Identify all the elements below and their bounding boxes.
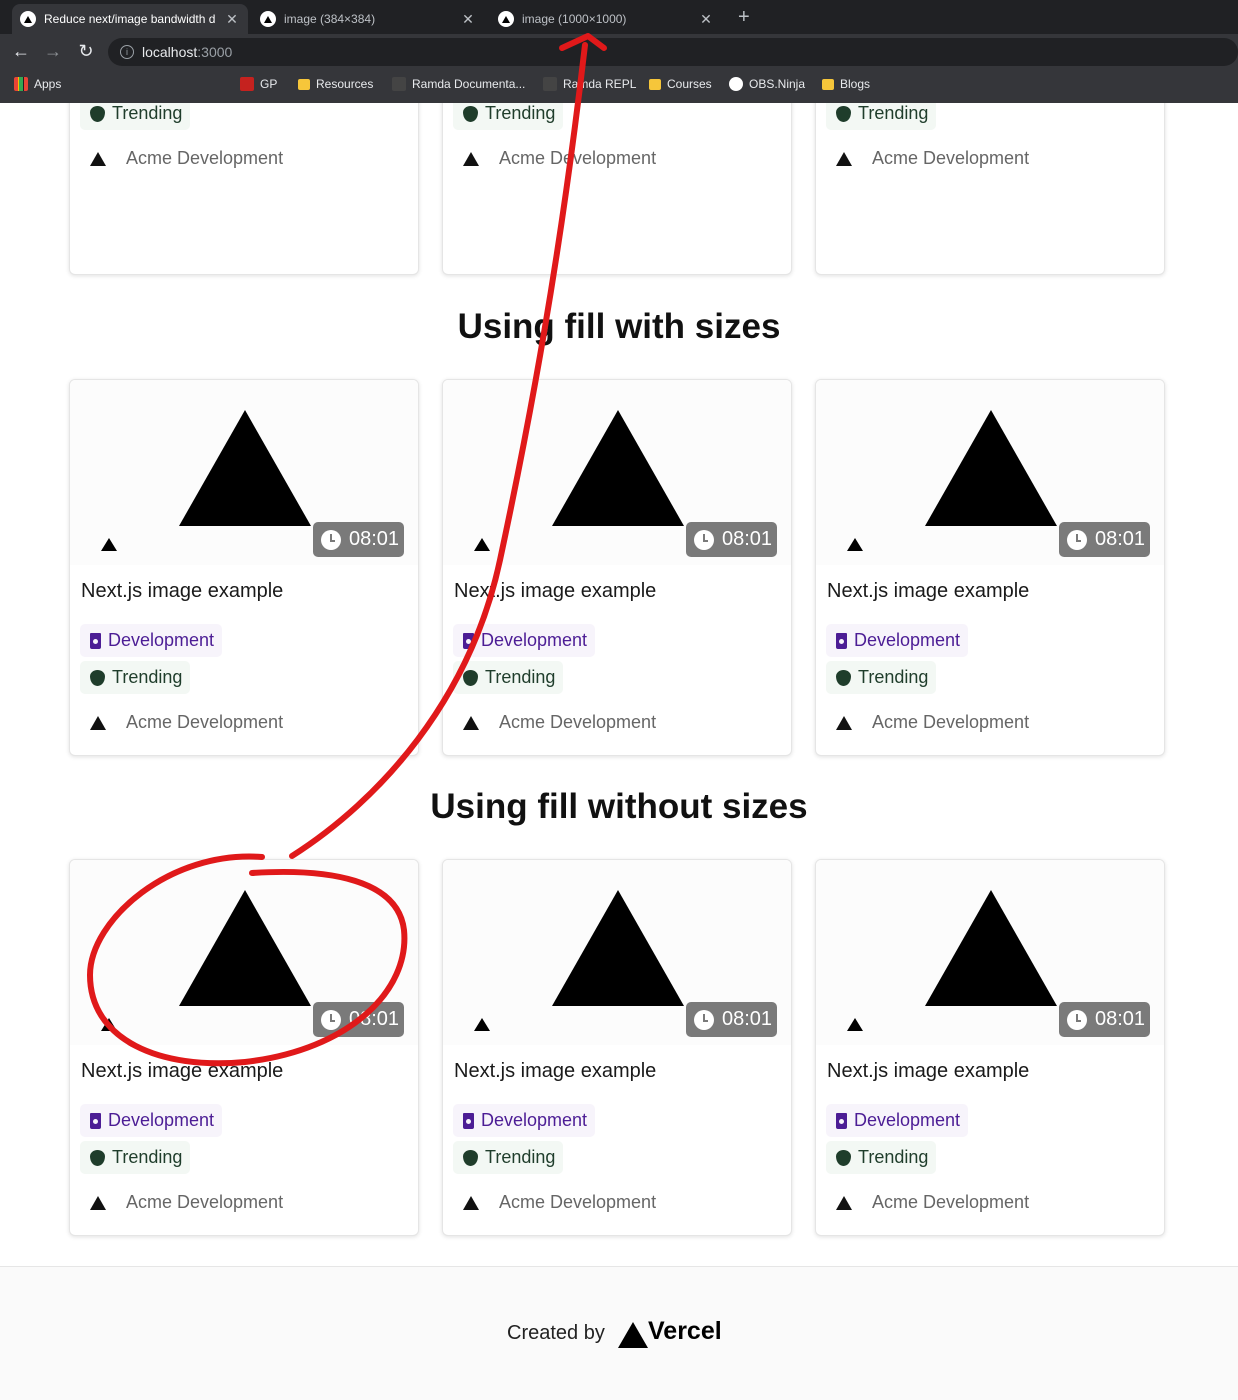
annotation-arrow <box>289 42 588 859</box>
red-annotation <box>86 33 607 1067</box>
annotation-circle <box>86 853 408 1067</box>
